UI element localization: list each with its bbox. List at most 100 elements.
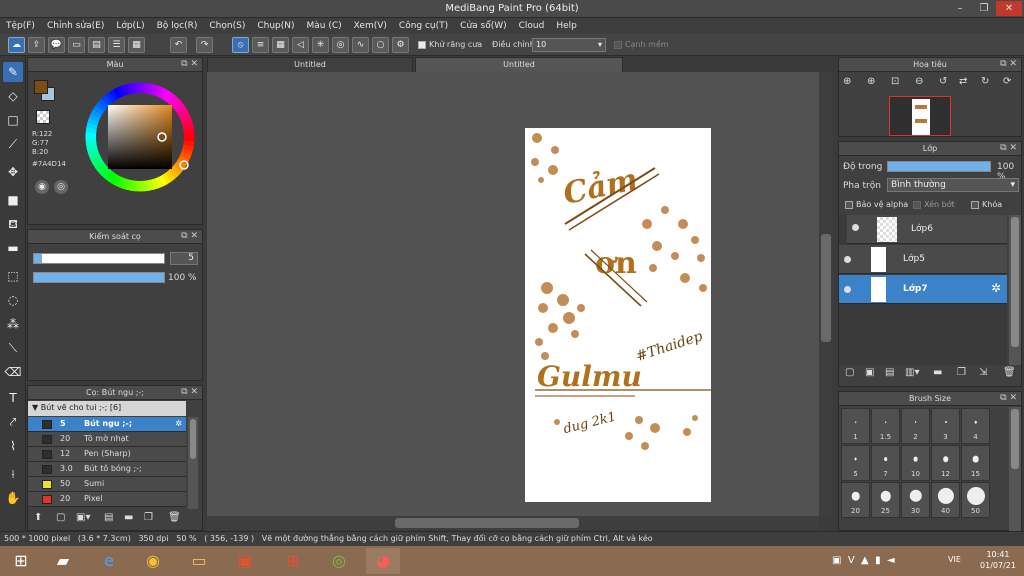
brush-tool-icon[interactable]: ✎ — [3, 62, 23, 82]
tray-arrow-icon[interactable]: ▲ — [861, 555, 869, 566]
brush-size-option[interactable]: 50 — [961, 482, 990, 518]
blur-tool-icon[interactable]: ⌇ — [3, 436, 23, 456]
brush-group-header[interactable]: ▼ Bút vẽ cho tui ;-; [6] — [28, 401, 186, 416]
menu-cloud[interactable]: Cloud — [519, 21, 545, 31]
panel-close-icon[interactable]: ⧉ ✕ — [1000, 392, 1017, 405]
layer-item[interactable]: Lớp7 ✲ — [839, 275, 1007, 304]
menu-view[interactable]: Xem(V) — [354, 21, 387, 31]
powerpoint-icon[interactable]: ▣ — [228, 548, 262, 574]
brush-item[interactable]: 20 Pixel — [28, 492, 186, 507]
zoom-in-plus-icon[interactable]: ⊕ — [867, 76, 875, 87]
medibang-taskbar-icon[interactable]: ◕ — [366, 548, 400, 574]
bucket-tool-icon[interactable]: ⛾ — [3, 214, 23, 234]
comment-icon[interactable]: 💬 — [48, 37, 65, 53]
transparent-swatch[interactable] — [36, 110, 50, 124]
tab-untitled[interactable]: Untitled — [207, 57, 413, 72]
text-tool-icon[interactable]: T — [3, 388, 23, 408]
share-icon[interactable]: ⇪ — [28, 37, 45, 53]
blend-mode-select[interactable]: Bình thường ▾ — [887, 178, 1019, 192]
bluestacks-icon[interactable]: ▰ — [46, 548, 80, 574]
select-rect-tool-icon[interactable]: ⬚ — [3, 266, 23, 286]
undo-icon[interactable]: ↶ — [170, 37, 187, 53]
brush-menu-icon[interactable]: ▣▾ — [76, 512, 90, 523]
close-button[interactable]: ✕ — [996, 1, 1022, 16]
document-icon[interactable]: ▤ — [88, 37, 105, 53]
file-explorer-icon[interactable]: ▭ — [182, 548, 216, 574]
camera-app-icon[interactable]: ◎ — [322, 548, 356, 574]
magic-wand-tool-icon[interactable]: ⁂ — [3, 314, 23, 334]
language-indicator[interactable]: VIE — [948, 555, 961, 564]
brush-item[interactable]: 12 Pen (Sharp) — [28, 447, 186, 462]
tray-network-icon[interactable]: ▮ — [875, 555, 881, 566]
gear-icon[interactable]: ✲ — [175, 417, 182, 431]
hand-tool-icon[interactable]: ✋ — [3, 488, 23, 508]
grid-icon[interactable]: ▦ — [128, 37, 145, 53]
clock[interactable]: 10:41 01/07/21 — [976, 549, 1020, 571]
eye-icon[interactable] — [844, 286, 851, 293]
layer-item[interactable]: Lớp5 — [839, 245, 1007, 274]
brush-item[interactable]: 50 Sumi — [28, 477, 186, 492]
brush-size-option[interactable]: 20 — [841, 482, 870, 518]
brush-size-option[interactable]: 4 — [961, 408, 990, 444]
lasso-tool-icon[interactable]: ◌ — [3, 290, 23, 310]
menu-tools[interactable]: Công cụ(T) — [399, 21, 448, 31]
panel-close-icon[interactable]: ⧉ ✕ — [1000, 142, 1017, 155]
canvas-horizontal-scrollbar[interactable] — [207, 516, 819, 530]
antialias-checkbox[interactable]: ✓ — [418, 40, 426, 51]
brush-size-option[interactable]: 30 — [901, 482, 930, 518]
menu-select[interactable]: Chọn(S) — [209, 21, 245, 31]
redo-icon[interactable]: ↷ — [196, 37, 213, 53]
brush-size-option[interactable]: 15 — [961, 445, 990, 481]
brush-size-option[interactable]: 1 — [841, 408, 870, 444]
brush-item[interactable]: 20 Tô mờ nhạt — [28, 432, 186, 447]
clipping-checkbox[interactable] — [913, 200, 921, 209]
app-icon[interactable]: ⊞ — [276, 548, 310, 574]
correction-select[interactable]: 10 ▾ — [532, 38, 606, 52]
new-halftone-layer-icon[interactable]: ▣ — [865, 367, 874, 378]
eye-icon[interactable] — [844, 256, 851, 263]
layer-menu-icon[interactable]: ▥▾ — [905, 367, 919, 378]
curve-snap-icon[interactable]: ∿ — [352, 37, 369, 53]
brush-size-slider[interactable] — [33, 253, 165, 264]
chat-icon[interactable]: ▭ — [68, 37, 85, 53]
brush-size-scrollbar[interactable] — [1009, 407, 1021, 531]
canvas-area[interactable]: Cảm ơn #Thaidep Gulmu dug 2k1 — [207, 72, 819, 516]
select-pen-tool-icon[interactable]: ⟍ — [3, 338, 23, 358]
protect-alpha-checkbox[interactable] — [845, 200, 853, 209]
flip-icon[interactable]: ⇄ — [959, 76, 967, 87]
eyedropper-tool-icon[interactable]: ⟊ — [3, 464, 23, 484]
crosshair-snap-icon[interactable]: ▦ — [272, 37, 289, 53]
menu-snap[interactable]: Chụp(N) — [257, 21, 294, 31]
select-eraser-tool-icon[interactable]: ⌫ — [3, 362, 23, 382]
list-icon[interactable]: ☰ — [108, 37, 125, 53]
zoom-out-icon[interactable]: ⊖ — [915, 76, 923, 87]
eraser-tool-icon[interactable]: ◇ — [3, 86, 23, 106]
reset-rotation-icon[interactable]: ⟳ — [1003, 76, 1011, 87]
layer-list-scrollbar[interactable] — [1009, 215, 1021, 365]
cloud-icon[interactable]: ☁ — [8, 37, 25, 53]
drawing-canvas[interactable]: Cảm ơn #Thaidep Gulmu dug 2k1 — [525, 128, 711, 502]
ellipse-snap-icon[interactable]: ○ — [372, 37, 389, 53]
brush-size-option[interactable]: 25 — [871, 482, 900, 518]
color-wheel[interactable] — [78, 75, 202, 199]
minimize-button[interactable]: – — [948, 1, 972, 16]
panel-close-icon[interactable]: ⧉ ✕ — [181, 386, 198, 399]
internet-explorer-icon[interactable]: e — [92, 548, 126, 574]
brush-size-option[interactable]: 10 — [901, 445, 930, 481]
settings-snap-icon[interactable]: ⚙ — [392, 37, 409, 53]
new-layer-icon[interactable]: ▢ — [845, 367, 854, 378]
merge-layer-icon[interactable]: ⇲ — [979, 367, 987, 378]
trash-icon[interactable]: 🗑 — [168, 512, 181, 523]
menu-file[interactable]: Tệp(F) — [6, 21, 35, 31]
new-8bit-layer-icon[interactable]: ▤ — [885, 367, 894, 378]
menu-window[interactable]: Cửa sổ(W) — [460, 21, 506, 31]
trash-icon[interactable]: 🗑 — [1003, 367, 1016, 378]
brush-size-option[interactable]: 2 — [901, 408, 930, 444]
tray-v-icon[interactable]: V — [848, 555, 855, 566]
horizontal-scroll-thumb[interactable] — [395, 518, 579, 528]
palette-icon[interactable]: ◉ — [35, 180, 49, 194]
dot-tool-icon[interactable]: ⟋ — [3, 134, 23, 154]
brush-size-option[interactable]: 7 — [871, 445, 900, 481]
menu-filter[interactable]: Bộ lọc(R) — [157, 21, 198, 31]
panel-close-icon[interactable]: ⧉ ✕ — [181, 230, 198, 243]
